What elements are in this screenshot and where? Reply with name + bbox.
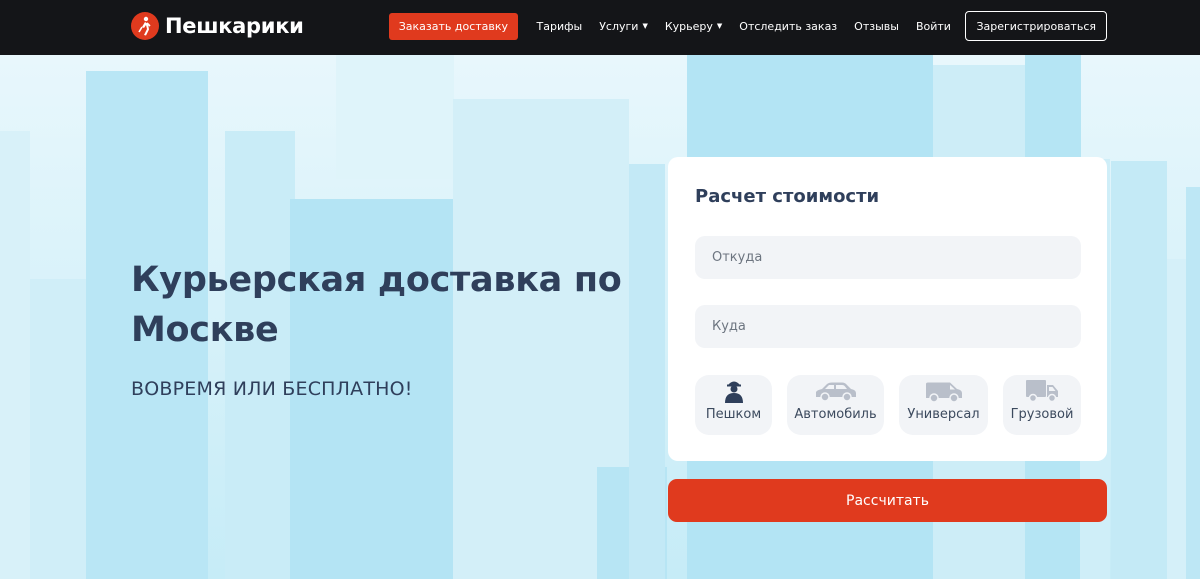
hero-subtitle: ВОВРЕМЯ ИЛИ БЕСПЛАТНО!: [131, 378, 413, 400]
site-header: Пешкарики Заказать доставку Тарифы Услуг…: [0, 0, 1200, 55]
nav-services-label: Услуги: [599, 19, 639, 33]
transport-option-truck[interactable]: Грузовой: [1003, 375, 1081, 435]
order-delivery-button[interactable]: Заказать доставку: [388, 12, 519, 40]
transport-option-van[interactable]: Универсал: [899, 375, 988, 435]
transport-option-car[interactable]: Автомобиль: [787, 375, 884, 435]
brand-name: Пешкарики: [165, 14, 304, 38]
truck-icon: [1024, 375, 1060, 403]
hero-title: Курьерская доставка по Москве: [131, 260, 622, 350]
nav-courier[interactable]: Курьеру ▼: [656, 20, 730, 33]
walking-courier-icon: [722, 375, 746, 403]
transport-label: Грузовой: [1010, 407, 1074, 422]
main-nav: Заказать доставку Тарифы Услуги ▼ Курьер…: [388, 11, 1107, 41]
transport-label: Пешком: [705, 407, 762, 422]
calculate-button[interactable]: Рассчитать: [668, 479, 1107, 522]
nav-reviews[interactable]: Отзывы: [846, 20, 908, 33]
van-icon: [924, 375, 964, 403]
nav-services[interactable]: Услуги ▼: [591, 20, 657, 33]
brand-logo[interactable]: Пешкарики: [131, 11, 304, 41]
nav-courier-label: Курьеру: [664, 19, 713, 33]
transport-label: Универсал: [907, 407, 980, 422]
caret-down-icon: ▼: [716, 22, 723, 30]
nav-login[interactable]: Войти: [907, 20, 959, 33]
from-address-input[interactable]: [695, 236, 1081, 279]
walking-man-logo-icon: [131, 12, 159, 40]
caret-down-icon: ▼: [642, 22, 648, 30]
calculator-title: Расчет стоимости: [695, 186, 880, 207]
nav-tariffs[interactable]: Тарифы: [528, 20, 591, 33]
cost-calculator-card: Расчет стоимости Пешком Автомобиль: [668, 157, 1107, 461]
to-address-input[interactable]: [695, 305, 1081, 348]
transport-option-walking[interactable]: Пешком: [695, 375, 772, 435]
car-icon: [814, 375, 858, 403]
transport-label: Автомобиль: [794, 407, 877, 422]
register-button[interactable]: Зарегистрироваться: [965, 11, 1107, 41]
nav-track-order[interactable]: Отследить заказ: [731, 20, 846, 33]
